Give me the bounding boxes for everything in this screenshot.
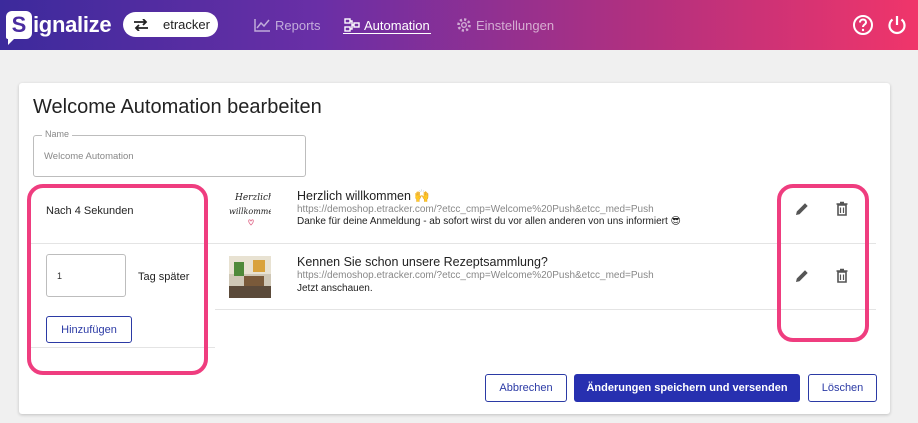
account-switcher[interactable]: etracker (123, 12, 218, 37)
message-title: Kennen Sie schon unsere Rezeptsammlung? (297, 255, 548, 269)
message-url: https://demoshop.etracker.com/?etcc_cmp=… (297, 204, 654, 215)
gear-icon (457, 18, 471, 32)
highlight-step-timing (27, 184, 208, 375)
message-thumbnail-welcome: Herzlich willkommen (229, 187, 278, 229)
nav-active-indicator (343, 33, 431, 34)
nav-einstellungen[interactable]: Einstellungen (456, 15, 554, 35)
message-url: https://demoshop.etracker.com/?etcc_cmp=… (297, 270, 654, 281)
save-and-send-button[interactable]: Änderungen speichern und versenden (574, 374, 800, 402)
signalize-logo[interactable]: S ignalize (6, 8, 112, 45)
swap-icon (134, 18, 148, 31)
account-name: etracker (163, 17, 210, 32)
top-navigation-bar: S ignalize etracker Reports Automation E… (0, 0, 918, 50)
cancel-button[interactable]: Abbrechen (485, 374, 567, 402)
help-icon[interactable] (852, 14, 874, 36)
chart-icon (254, 19, 270, 32)
nav-automation[interactable]: Automation (344, 15, 430, 35)
thumb-text-1: Herzlich (234, 193, 271, 203)
name-field-value: Welcome Automation (44, 151, 134, 162)
name-field[interactable]: Name Welcome Automation (33, 129, 306, 177)
nav-reports[interactable]: Reports (254, 15, 321, 35)
delete-button[interactable]: Löschen (808, 374, 877, 402)
sitemap-icon (344, 18, 360, 32)
message-thumbnail-recipes (229, 256, 271, 298)
nav-reports-label: Reports (275, 17, 321, 33)
page-title: Welcome Automation bearbeiten (33, 96, 322, 118)
logo-mark: S (6, 11, 32, 45)
message-body: Jetzt anschauen. (297, 283, 373, 294)
logo-text: ignalize (33, 12, 112, 37)
message-body: Danke für deine Anmeldung - ab sofort wi… (297, 216, 681, 227)
highlight-row-actions (777, 184, 869, 342)
message-title: Herzlich willkommen 🙌 (297, 189, 430, 203)
thumb-text-2: willkommen (229, 207, 271, 216)
name-field-label: Name (42, 129, 73, 139)
power-icon[interactable] (886, 14, 908, 36)
nav-automation-label: Automation (364, 17, 430, 33)
nav-einstellungen-label: Einstellungen (476, 17, 555, 33)
